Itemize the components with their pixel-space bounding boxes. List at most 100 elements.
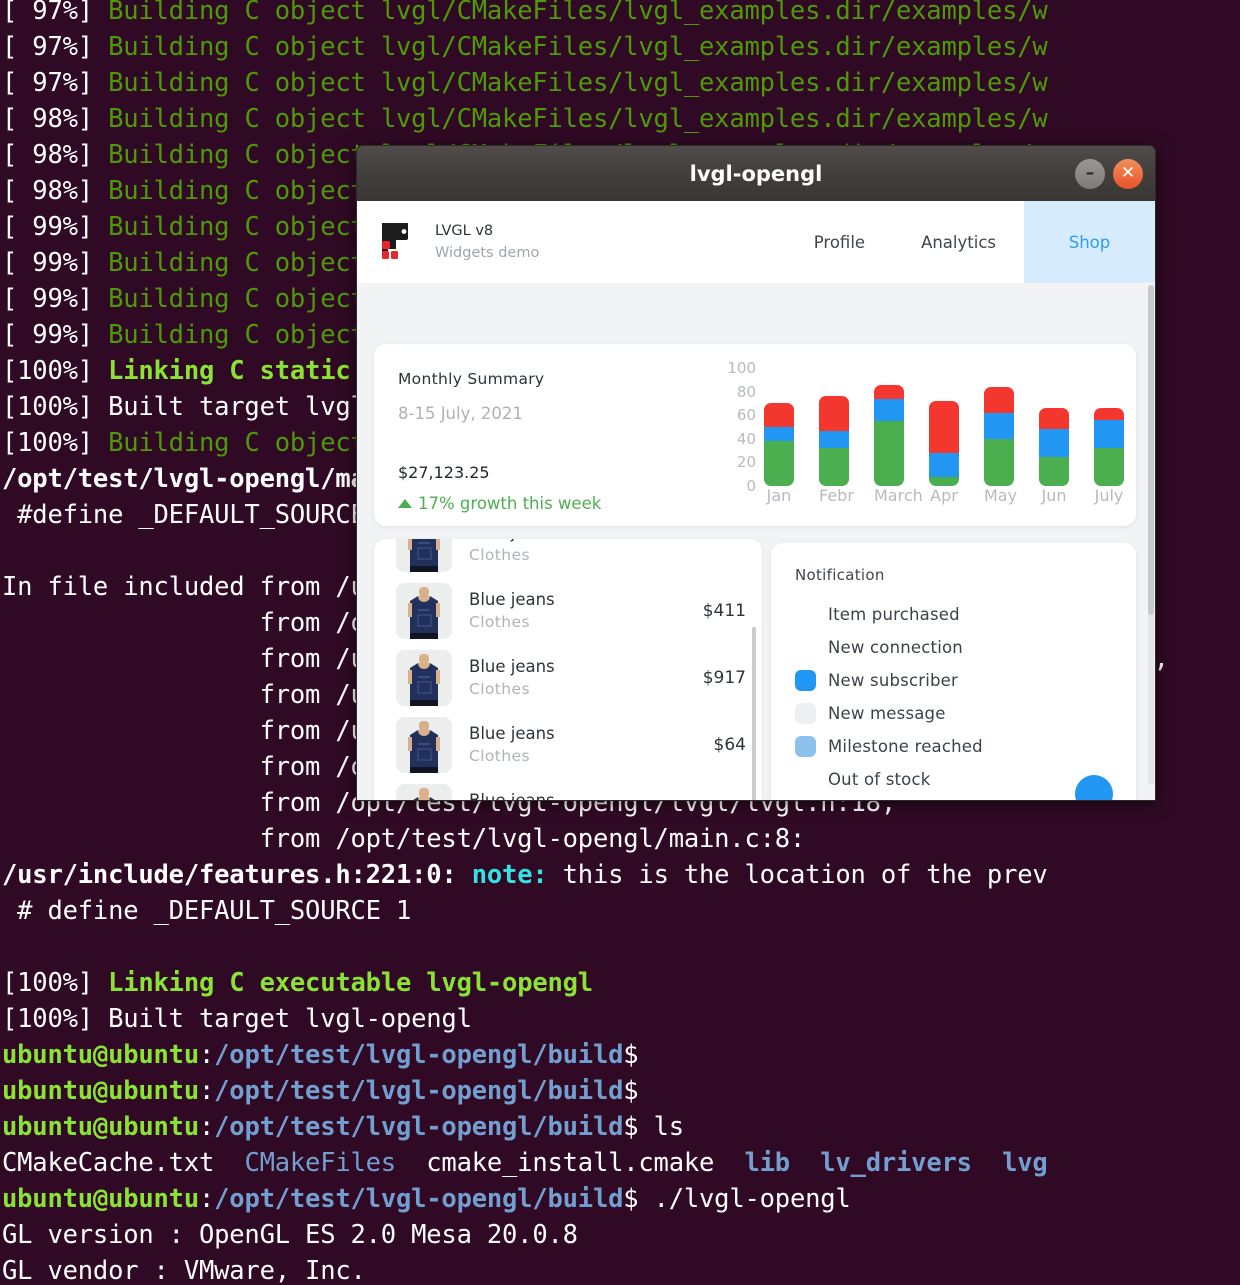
terminal-line: [100%] Linking C executable lvgl-opengl: [2, 968, 593, 998]
product-row[interactable]: Blue jeans Clothes: [374, 539, 762, 577]
bar-column: [929, 368, 959, 486]
product-row[interactable]: Blue jeans Clothes $411: [374, 577, 762, 644]
product-row[interactable]: Blue jeansClothes$805: [374, 778, 762, 801]
product-row[interactable]: Blue jeans Clothes $64: [374, 711, 762, 778]
product-name: Blue jeans: [469, 724, 555, 743]
notification-row[interactable]: New message: [795, 697, 1136, 730]
bar-segment-red: [984, 386, 1014, 413]
checkbox-icon[interactable]: [795, 604, 816, 625]
terminal-line: from /opt/test/lvgl-opengl/main.c:8:: [2, 824, 806, 854]
product-price: $64: [713, 734, 746, 755]
brand-title: LVGL v8: [435, 223, 494, 239]
y-tick-label: 20: [736, 453, 756, 472]
bar-segment-blue: [929, 452, 959, 477]
window-scrollbar[interactable]: [1148, 285, 1154, 785]
notification-row[interactable]: Milestone reached: [795, 730, 1136, 763]
notification-label: New connection: [828, 638, 963, 657]
window-scrollbar-thumb[interactable]: [1148, 285, 1154, 615]
terminal-line: [ 98%] Building C object lvgl/CMakeFiles…: [2, 104, 1048, 134]
close-button[interactable]: ✕: [1113, 158, 1143, 189]
summary-title: Monthly Summary: [398, 370, 545, 388]
window-title: lvgl-opengl: [689, 161, 823, 186]
x-tick-label: May: [984, 486, 1018, 505]
summary-amount: $27,123.25: [398, 463, 490, 482]
bar-segment-blue: [764, 427, 794, 442]
checkbox-icon[interactable]: [795, 736, 816, 757]
bar-segment-green: [1039, 456, 1069, 486]
bar-column: [1039, 368, 1069, 486]
caret-up-icon: [398, 499, 412, 508]
bar-segment-red: [1094, 408, 1124, 420]
product-name: Blue jeans: [469, 791, 555, 801]
product-category: Clothes: [469, 747, 530, 765]
bar-segment-blue: [874, 398, 904, 422]
checkbox-icon[interactable]: [795, 637, 816, 658]
product-row[interactable]: Blue jeans Clothes $917: [374, 644, 762, 711]
y-tick-label: 60: [736, 406, 756, 425]
x-tick-label: Jun: [1041, 486, 1067, 505]
product-list-scrollbar[interactable]: [752, 627, 756, 800]
summary-details: Monthly Summary 8-15 July, 2021 $27,123.…: [374, 344, 714, 526]
bar-segment-green: [874, 421, 904, 486]
nav-tab-analytics[interactable]: Analytics: [893, 201, 1024, 283]
product-text: Blue jeansClothes: [469, 657, 555, 698]
y-tick-label: 40: [736, 429, 756, 448]
summary-date-range: 8-15 July, 2021: [398, 404, 523, 423]
terminal-line: ubuntu@ubuntu:/opt/test/lvgl-opengl/buil…: [2, 1040, 639, 1070]
product-name: Blue jeans: [469, 590, 555, 609]
terminal-line: [ 97%] Building C object lvgl/CMakeFiles…: [2, 0, 1048, 26]
checkbox-icon[interactable]: [795, 670, 816, 691]
terminal-line: ubuntu@ubuntu:/opt/test/lvgl-opengl/buil…: [2, 1076, 639, 1106]
terminal-line: [ 97%] Building C object lvgl/CMakeFiles…: [2, 68, 1048, 98]
bar-column: [819, 368, 849, 486]
notification-row[interactable]: Item purchased: [795, 598, 1136, 631]
product-category: Clothes: [469, 613, 530, 631]
product-text: Blue jeans Clothes: [469, 590, 555, 631]
summary-growth: 17% growth this week: [398, 494, 714, 513]
checkbox-icon[interactable]: [795, 769, 816, 790]
checkbox-icon[interactable]: [795, 703, 816, 724]
brand-subtitle: Widgets demo: [435, 245, 540, 261]
chart-y-axis: 100 80 60 40 20 0: [714, 359, 756, 495]
notification-label: New message: [828, 704, 946, 723]
nav-tab-shop[interactable]: Shop: [1024, 201, 1155, 283]
notification-label: Milestone reached: [828, 737, 983, 756]
nav-tab-profile[interactable]: Profile: [786, 201, 893, 283]
product-text: Blue jeansClothes: [469, 539, 555, 564]
bar-segment-blue: [819, 430, 849, 449]
terminal-line: [100%] Built target lvgl-opengl: [2, 1004, 472, 1034]
y-tick-label: 100: [727, 359, 756, 377]
product-list: Blue jeansClothes Blue jeansClothes$411 …: [374, 539, 762, 801]
monthly-bar-chart: 100 80 60 40 20 0 Jan Febr March Apr May Jun July: [714, 344, 1136, 526]
x-tick-label: Jan: [766, 486, 792, 505]
brand: LVGL v8 Widgets demo: [357, 201, 539, 283]
bar-column: [1094, 368, 1124, 486]
notification-title: Notification: [795, 566, 885, 584]
product-thumbnail: [396, 539, 452, 572]
product-text: Blue jeans Clothes: [469, 724, 555, 765]
product-list-card[interactable]: Blue jeansClothes Blue jeansClothes$411 …: [374, 539, 762, 801]
window-titlebar[interactable]: lvgl-opengl – ✕: [356, 145, 1156, 201]
x-tick-label: July: [1094, 486, 1124, 505]
product-text: Blue jeansClothes: [469, 791, 555, 801]
app-header: LVGL v8 Widgets demo Profile Analytics Sho…: [357, 201, 1155, 283]
notification-label: Item purchased: [828, 605, 960, 624]
bar-column: [984, 368, 1014, 486]
bar-segment-green: [764, 441, 794, 486]
notification-label: New subscriber: [828, 671, 959, 690]
bar-segment-blue: [1039, 429, 1069, 457]
notification-row[interactable]: New subscriber: [795, 664, 1136, 697]
x-tick-label: March: [874, 486, 923, 505]
terminal-line: GL vendor : VMware, Inc.: [2, 1256, 366, 1285]
notification-label: Out of stock: [828, 770, 931, 789]
minimize-button[interactable]: –: [1075, 158, 1105, 189]
product-price: $411: [702, 600, 746, 621]
product-category: Clothes: [469, 546, 530, 564]
bar-segment-red: [819, 396, 849, 431]
terminal-line: GL version : OpenGL ES 2.0 Mesa 20.0.8: [2, 1220, 578, 1250]
lvgl-application-window[interactable]: lvgl-opengl – ✕ LVGL v8 Widgets demo Pro…: [356, 145, 1156, 801]
bar-segment-green: [929, 476, 959, 486]
window-controls: – ✕: [1075, 158, 1143, 189]
notification-row[interactable]: New connection: [795, 631, 1136, 664]
terminal-line: [ 97%] Building C object lvgl/CMakeFiles…: [2, 32, 1048, 62]
